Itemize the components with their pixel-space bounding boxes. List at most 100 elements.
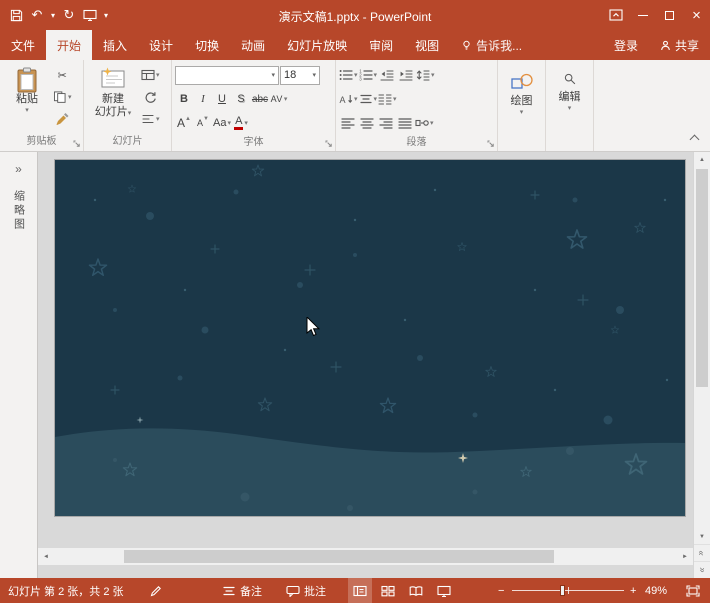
zoom-thumb[interactable] (560, 585, 565, 596)
save-button[interactable] (6, 3, 26, 27)
strikethrough-button[interactable]: abc (251, 89, 269, 109)
collapse-ribbon-button[interactable] (686, 132, 702, 146)
font-name-combo[interactable]: ▾ (175, 66, 279, 85)
grow-font-button[interactable]: A▲ (175, 113, 193, 133)
paragraph-dialog-launcher[interactable] (487, 140, 495, 148)
columns-button[interactable]: ▾ (378, 89, 397, 109)
vertical-scroll-track[interactable] (694, 167, 710, 529)
italic-button[interactable]: I (194, 89, 212, 109)
undo-dropdown-icon[interactable]: ▾ (48, 3, 58, 27)
zoom-slider[interactable] (512, 578, 624, 603)
copy-button[interactable]: ▾ (53, 87, 72, 107)
drawing-button[interactable]: 绘图 ▾ (501, 63, 542, 116)
tab-animations[interactable]: 动画 (230, 30, 276, 60)
bullets-button[interactable]: ▾ (339, 65, 358, 85)
share-button[interactable]: 共享 (649, 30, 710, 60)
reset-button[interactable] (141, 87, 160, 107)
scroll-up-button[interactable]: ▲ (694, 152, 710, 167)
customize-qat-icon[interactable]: ▾ (101, 3, 111, 27)
cut-button[interactable]: ✂ (53, 65, 72, 85)
undo-button[interactable]: ↶ (27, 3, 47, 27)
fit-to-window-icon (686, 585, 700, 597)
notes-button[interactable]: 备注 (222, 578, 262, 603)
font-dialog-launcher[interactable] (325, 140, 333, 148)
tab-design[interactable]: 设计 (138, 30, 184, 60)
expand-thumbnails-icon[interactable]: » (0, 162, 37, 176)
tell-me-box[interactable]: 告诉我... (450, 30, 533, 60)
fit-slide-to-window-button[interactable] (686, 578, 700, 603)
comments-button[interactable]: 批注 (286, 578, 326, 603)
line-spacing-button[interactable]: ▾ (416, 65, 435, 85)
brush-icon (55, 113, 69, 125)
slide-canvas[interactable] (55, 160, 685, 516)
change-case-button[interactable]: Aa▾ (213, 113, 231, 133)
justify-button[interactable] (396, 113, 414, 133)
horizontal-scroll-thumb[interactable] (124, 550, 554, 563)
start-slideshow-button[interactable] (80, 3, 100, 27)
convert-to-smartart-button[interactable]: ▾ (415, 113, 434, 133)
vertical-scroll-thumb[interactable] (696, 169, 708, 387)
pen-status-button[interactable] (150, 578, 162, 603)
editing-button[interactable]: 编辑 ▾ (549, 63, 590, 112)
editing-group: 编辑 ▾ (546, 60, 594, 151)
close-button[interactable]: × (683, 0, 710, 30)
bold-button[interactable]: B (175, 89, 193, 109)
zoom-in-button[interactable]: + (630, 578, 636, 603)
text-direction-icon (339, 93, 353, 105)
tab-home[interactable]: 开始 (46, 30, 92, 60)
slide-artwork (55, 160, 685, 516)
slide-sorter-button[interactable] (376, 578, 400, 603)
slide-number-status[interactable]: 幻灯片 第 2 张，共 2 张 (8, 578, 124, 603)
new-slide-button[interactable]: 新建 幻灯片▾ (87, 63, 139, 119)
align-left-button[interactable] (339, 113, 357, 133)
align-text-button[interactable]: ▾ (359, 89, 378, 109)
tab-review[interactable]: 审阅 (358, 30, 404, 60)
paste-button[interactable]: 粘贴 ▾ (3, 63, 51, 114)
thumbnail-pane-collapsed[interactable]: » 缩略图 (0, 152, 38, 578)
horizontal-scroll-track[interactable] (54, 548, 677, 565)
zoom-out-button[interactable]: − (498, 578, 504, 603)
character-spacing-button[interactable]: AV▾ (270, 89, 288, 109)
shapes-icon (511, 73, 533, 89)
ribbon-display-options-button[interactable] (602, 0, 629, 30)
tab-view[interactable]: 视图 (404, 30, 450, 60)
section-button[interactable]: ▾ (141, 109, 160, 129)
tab-transitions[interactable]: 切换 (184, 30, 230, 60)
align-center-button[interactable] (358, 113, 376, 133)
tab-file[interactable]: 文件 (0, 30, 46, 60)
layout-button[interactable]: ▾ (141, 65, 160, 85)
maximize-button[interactable] (656, 0, 683, 30)
slideshow-icon (437, 585, 451, 597)
format-painter-button[interactable] (53, 109, 72, 129)
horizontal-scrollbar[interactable]: ◄ ► (38, 548, 693, 565)
align-right-button[interactable] (377, 113, 395, 133)
clipboard-dialog-launcher[interactable] (73, 140, 81, 148)
copy-icon (53, 91, 67, 103)
scroll-down-button[interactable]: ▼ (694, 529, 710, 544)
tab-insert[interactable]: 插入 (92, 30, 138, 60)
shrink-font-button[interactable]: A▼ (194, 113, 212, 133)
normal-view-button[interactable] (348, 578, 372, 603)
tab-slideshow[interactable]: 幻灯片放映 (276, 30, 358, 60)
scroll-left-button[interactable]: ◄ (38, 548, 54, 565)
font-color-button[interactable]: A▾ (232, 113, 250, 133)
zoom-level[interactable]: 49% (645, 578, 667, 603)
next-slide-button[interactable]: « (694, 561, 710, 578)
repeat-button[interactable]: ↻ (59, 3, 79, 27)
font-size-combo[interactable]: 18 ▾ (280, 66, 320, 85)
vertical-scrollbar[interactable]: ▲ ▼ « « (693, 152, 710, 578)
slideshow-view-button[interactable] (432, 578, 456, 603)
text-shadow-button[interactable]: S (232, 89, 250, 109)
underline-button[interactable]: U (213, 89, 231, 109)
decrease-indent-button[interactable] (378, 65, 396, 85)
text-direction-button[interactable]: ▾ (339, 89, 358, 109)
increase-indent-button[interactable] (397, 65, 415, 85)
scroll-right-button[interactable]: ► (677, 548, 693, 565)
quick-access-toolbar: ↶ ▾ ↻ ▾ (0, 3, 111, 27)
minimize-button[interactable] (629, 0, 656, 30)
numbering-button[interactable]: ▾ (359, 65, 378, 85)
sign-in-button[interactable]: 登录 (603, 30, 649, 60)
font-group-label: 字体 (244, 137, 264, 148)
previous-slide-button[interactable]: « (694, 544, 710, 561)
reading-view-button[interactable] (404, 578, 428, 603)
